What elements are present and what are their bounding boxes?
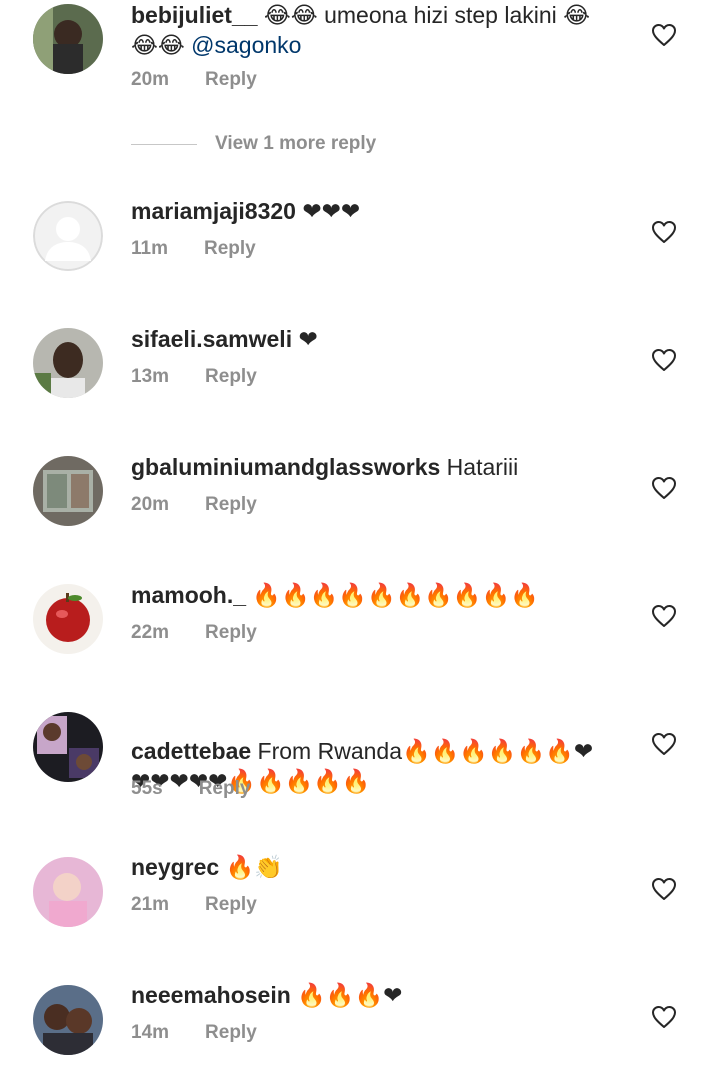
comment-body: 🔥🔥🔥❤ xyxy=(290,982,403,1008)
comment-meta: 55s Reply xyxy=(131,778,250,800)
reply-button[interactable]: Reply xyxy=(205,69,257,90)
comment-meta: 11m Reply xyxy=(131,238,256,260)
view-more-replies[interactable]: View 1 more reply xyxy=(131,130,376,158)
comment-body: Hatariii xyxy=(440,454,519,480)
comment-time: 21m xyxy=(131,894,170,915)
comment-meta: 14m Reply xyxy=(131,1022,257,1044)
reply-button[interactable]: Reply xyxy=(205,622,257,643)
comment-username[interactable]: neeemahosein xyxy=(131,982,291,1008)
comment-meta: 21m Reply xyxy=(131,894,257,916)
comment-username[interactable]: bebijuliet__ xyxy=(131,2,258,28)
comment-body: 🔥👏 xyxy=(219,854,283,880)
comment-meta: 20m Reply xyxy=(131,494,257,516)
comment-time: 11m xyxy=(131,238,168,259)
heart-outline-icon[interactable] xyxy=(651,604,677,628)
avatar[interactable] xyxy=(33,712,103,782)
reply-button[interactable]: Reply xyxy=(204,238,256,259)
comment-meta: 22m Reply xyxy=(131,622,257,644)
comment-username[interactable]: sifaeli.samweli xyxy=(131,326,292,352)
comment-meta: 13m Reply xyxy=(131,366,257,388)
comment-text: bebijuliet__ 😂😂 umeona hizi step lakini … xyxy=(131,0,631,60)
comment-mention[interactable]: @sagonko xyxy=(191,32,301,58)
comment-body: ❤ xyxy=(292,326,318,352)
view-more-label[interactable]: View 1 more reply xyxy=(215,133,376,155)
heart-outline-icon[interactable] xyxy=(651,732,677,756)
avatar[interactable] xyxy=(33,328,103,398)
heart-outline-icon[interactable] xyxy=(651,476,677,500)
comment-text: neeemahosein 🔥🔥🔥❤ xyxy=(131,980,631,1010)
comment-username[interactable]: mamooh._ xyxy=(131,582,246,608)
comment-time: 20m xyxy=(131,69,170,90)
divider-line xyxy=(131,143,197,145)
comment-body: 🔥🔥🔥🔥🔥🔥🔥🔥🔥🔥 xyxy=(246,582,539,608)
comment-text: neygrec 🔥👏 xyxy=(131,852,631,882)
comment-time: 13m xyxy=(131,366,170,387)
avatar[interactable] xyxy=(33,456,103,526)
avatar[interactable] xyxy=(33,4,103,74)
reply-button[interactable]: Reply xyxy=(205,494,257,515)
comment-meta: 20m Reply xyxy=(131,69,257,91)
person-silhouette-icon[interactable] xyxy=(33,201,103,271)
heart-outline-icon[interactable] xyxy=(651,220,677,244)
comment-username[interactable]: gbaluminiumandglassworks xyxy=(131,454,440,480)
comment-time: 55s xyxy=(131,778,163,799)
comment-username[interactable]: mariamjaji8320 xyxy=(131,198,296,224)
reply-button[interactable]: Reply xyxy=(205,1022,257,1043)
comment-username[interactable]: neygrec xyxy=(131,854,219,880)
comment-text: mariamjaji8320 ❤❤❤ xyxy=(131,196,631,226)
heart-outline-icon[interactable] xyxy=(651,1005,677,1029)
avatar[interactable] xyxy=(33,584,103,654)
reply-button[interactable]: Reply xyxy=(205,894,257,915)
comment-time: 14m xyxy=(131,1022,170,1043)
reply-button[interactable]: Reply xyxy=(199,778,251,799)
comment-time: 20m xyxy=(131,494,170,515)
comment-time: 22m xyxy=(131,622,170,643)
avatar[interactable] xyxy=(33,857,103,927)
heart-outline-icon[interactable] xyxy=(651,348,677,372)
reply-button[interactable]: Reply xyxy=(205,366,257,387)
avatar[interactable] xyxy=(33,985,103,1055)
heart-outline-icon[interactable] xyxy=(651,23,677,47)
comment-body: ❤❤❤ xyxy=(295,198,361,224)
heart-outline-icon[interactable] xyxy=(651,877,677,901)
comment-text: sifaeli.samweli ❤ xyxy=(131,324,631,354)
comment-text: mamooh._ 🔥🔥🔥🔥🔥🔥🔥🔥🔥🔥 xyxy=(131,580,631,610)
comment-username[interactable]: cadettebae xyxy=(131,738,251,764)
comment-text: gbaluminiumandglassworks Hatariii xyxy=(131,452,631,482)
